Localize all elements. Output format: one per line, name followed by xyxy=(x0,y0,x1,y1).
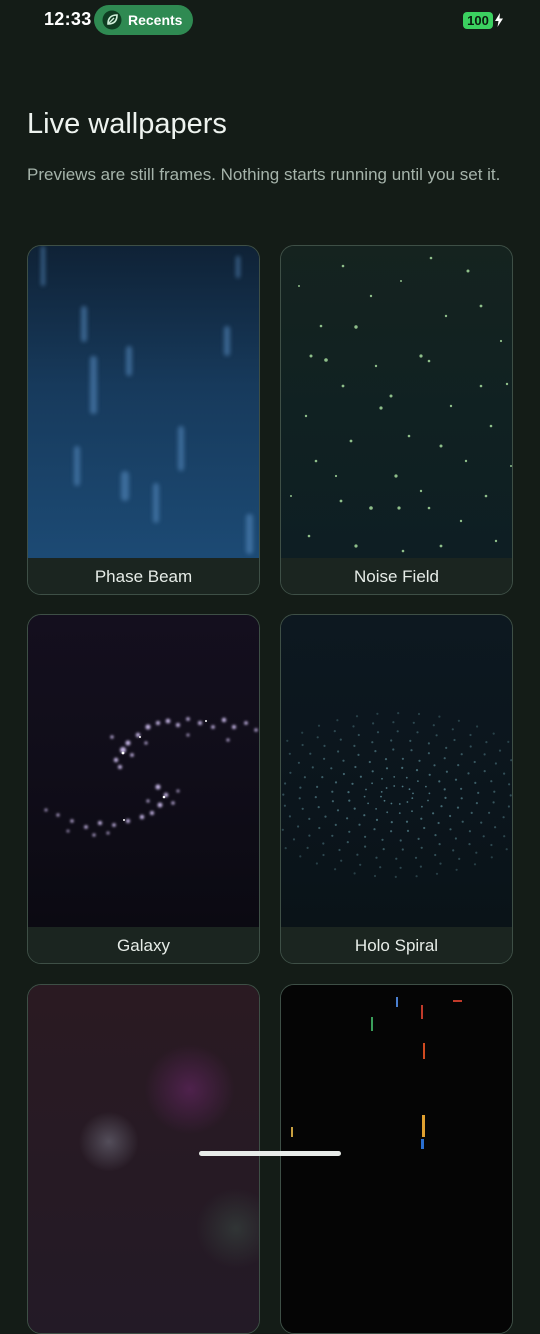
page-title: Live wallpapers xyxy=(27,108,227,140)
clock: 12:33 xyxy=(44,9,92,29)
status-bar: 12:33 Recents 100 xyxy=(0,0,540,44)
wallpaper-preview xyxy=(28,615,259,927)
charging-bolt-icon xyxy=(495,13,503,27)
wallpaper-preview xyxy=(28,985,259,1333)
wallpaper-card-phase-beam[interactable]: Phase Beam xyxy=(27,245,260,595)
wallpaper-card-noise-field[interactable]: Noise Field xyxy=(280,245,513,595)
wallpaper-preview xyxy=(281,246,512,558)
wallpaper-card-holo-spiral[interactable]: Holo Spiral xyxy=(280,614,513,964)
recents-chip[interactable]: Recents xyxy=(94,5,193,35)
wallpaper-preview xyxy=(281,615,512,927)
wallpaper-preview xyxy=(281,985,512,1333)
wallpaper-name: Phase Beam xyxy=(28,558,259,594)
battery-level: 100 xyxy=(463,11,493,29)
wallpaper-card-galaxy[interactable]: Galaxy xyxy=(27,614,260,964)
recents-label: Recents xyxy=(128,12,183,28)
wallpaper-name: Noise Field xyxy=(281,558,512,594)
wallpaper-card-bokeh[interactable] xyxy=(27,984,260,1334)
wallpaper-name: Galaxy xyxy=(28,927,259,963)
home-indicator[interactable] xyxy=(199,1151,341,1156)
battery-indicator: 100 xyxy=(463,11,504,29)
wallpaper-card-streaks[interactable] xyxy=(280,984,513,1334)
page-subtitle: Previews are still frames. Nothing start… xyxy=(27,165,501,184)
leaf-icon xyxy=(102,10,122,30)
wallpaper-name: Holo Spiral xyxy=(281,927,512,963)
wallpaper-preview xyxy=(28,246,259,558)
